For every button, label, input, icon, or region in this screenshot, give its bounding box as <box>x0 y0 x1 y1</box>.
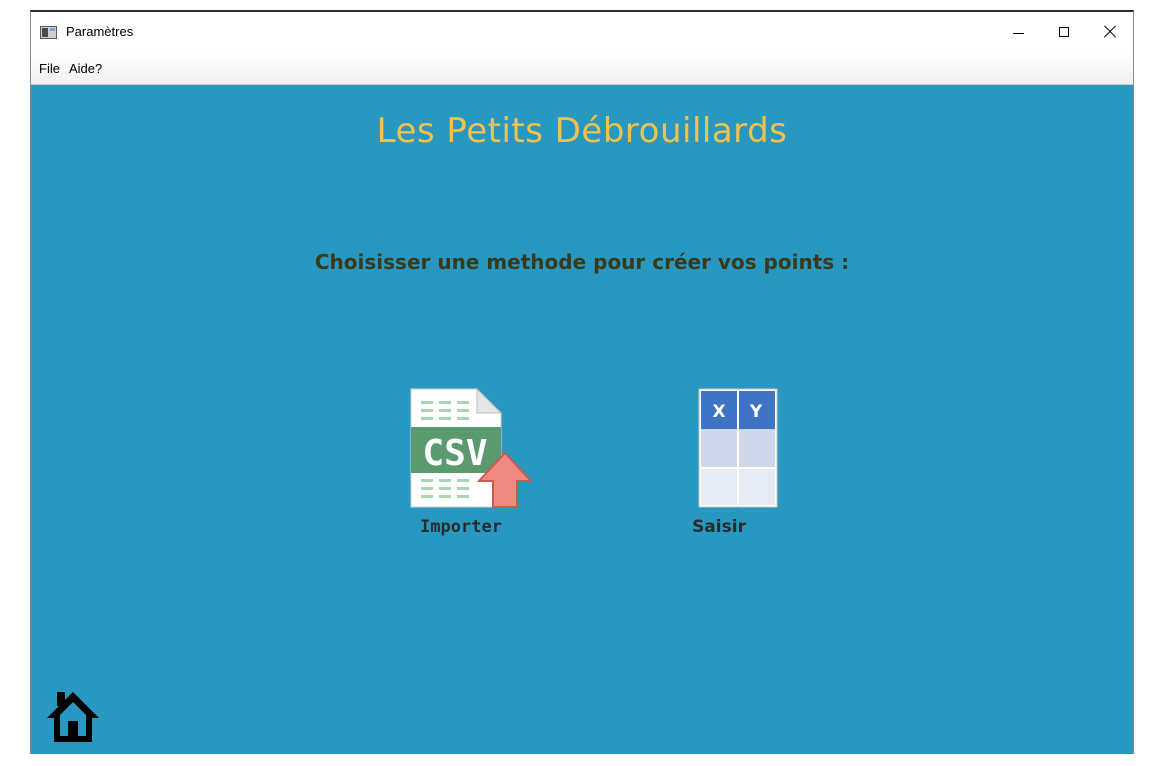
app-icon <box>40 26 57 39</box>
saisir-label: Saisir <box>692 517 746 537</box>
main-panel: Les Petits Débrouillards Choisisser une … <box>31 85 1133 754</box>
col-x-text: X <box>712 402 725 422</box>
csv-badge-text: CSV <box>422 433 487 474</box>
menu-bar: File Aide? <box>31 52 1133 85</box>
maximize-button[interactable] <box>1041 12 1087 52</box>
minimize-button[interactable] <box>995 12 1041 52</box>
close-icon <box>1103 25 1117 39</box>
menu-file[interactable]: File <box>39 61 60 76</box>
minimize-icon <box>1012 32 1024 34</box>
xy-table-icon: X Y <box>698 388 778 508</box>
instruction-text: Choisisser une methode pour créer vos po… <box>314 250 850 274</box>
home-icon <box>47 692 99 742</box>
app-window: Paramètres File Aide? Les Petits Débroui… <box>30 10 1134 754</box>
maximize-icon <box>1059 27 1069 37</box>
menu-aide[interactable]: Aide? <box>69 61 102 76</box>
csv-import-icon: CSV <box>410 387 534 508</box>
page-title: Les Petits Débrouillards <box>376 111 788 151</box>
import-label: Importer <box>420 517 502 537</box>
title-bar: Paramètres <box>31 12 1133 52</box>
import-button[interactable]: CSV Importer <box>391 383 534 537</box>
close-button[interactable] <box>1087 12 1133 52</box>
saisir-button[interactable]: X Y Saisir <box>649 383 789 537</box>
window-title: Paramètres <box>66 24 134 39</box>
col-y-text: Y <box>749 402 763 422</box>
home-button[interactable] <box>45 688 101 744</box>
